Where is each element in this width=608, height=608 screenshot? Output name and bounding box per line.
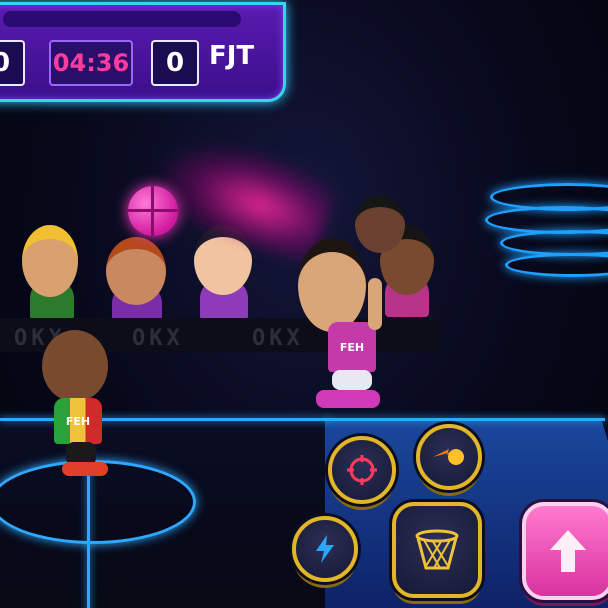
player-left: FEH — [40, 330, 130, 480]
away-score: 0 — [151, 40, 199, 86]
court-sideline — [325, 418, 605, 421]
boost-button[interactable] — [292, 516, 358, 582]
jump-button[interactable] — [522, 502, 608, 600]
aim-button[interactable] — [328, 436, 396, 504]
scoreboard-top-bar — [3, 11, 241, 27]
sponsor-text: OKX — [132, 326, 184, 351]
player-shoes — [62, 462, 108, 476]
fireball-shot-button[interactable] — [416, 424, 482, 490]
up-arrow-icon — [550, 530, 586, 572]
basketball — [128, 186, 178, 236]
player-head — [298, 238, 366, 332]
player-arm — [368, 278, 382, 330]
hoop-glow-ring — [500, 230, 608, 256]
hoop-glow-ring — [505, 253, 608, 277]
player-right: FEH — [296, 238, 396, 413]
player-jersey: FEH — [54, 398, 102, 444]
basketball-hoop-icon — [415, 529, 459, 570]
lightning-icon — [316, 535, 334, 563]
scoreboard: 0 04:36 0 FJT — [0, 2, 286, 102]
player-jersey: FEH — [328, 322, 376, 372]
away-team-name: FJT — [209, 41, 255, 71]
player-legs — [332, 370, 372, 390]
fan-head — [106, 237, 166, 305]
fireball-icon — [433, 449, 464, 465]
fan-head — [22, 225, 78, 297]
target-icon — [347, 455, 377, 485]
dunk-button[interactable] — [392, 502, 482, 598]
player-shoes — [316, 390, 380, 408]
game-timer: 04:36 — [49, 40, 133, 86]
player-head — [42, 330, 108, 402]
game-scene: OKX OKX OKX FEH FEH 0 04:36 0 FJT — [0, 0, 608, 608]
home-score: 0 — [0, 40, 25, 86]
